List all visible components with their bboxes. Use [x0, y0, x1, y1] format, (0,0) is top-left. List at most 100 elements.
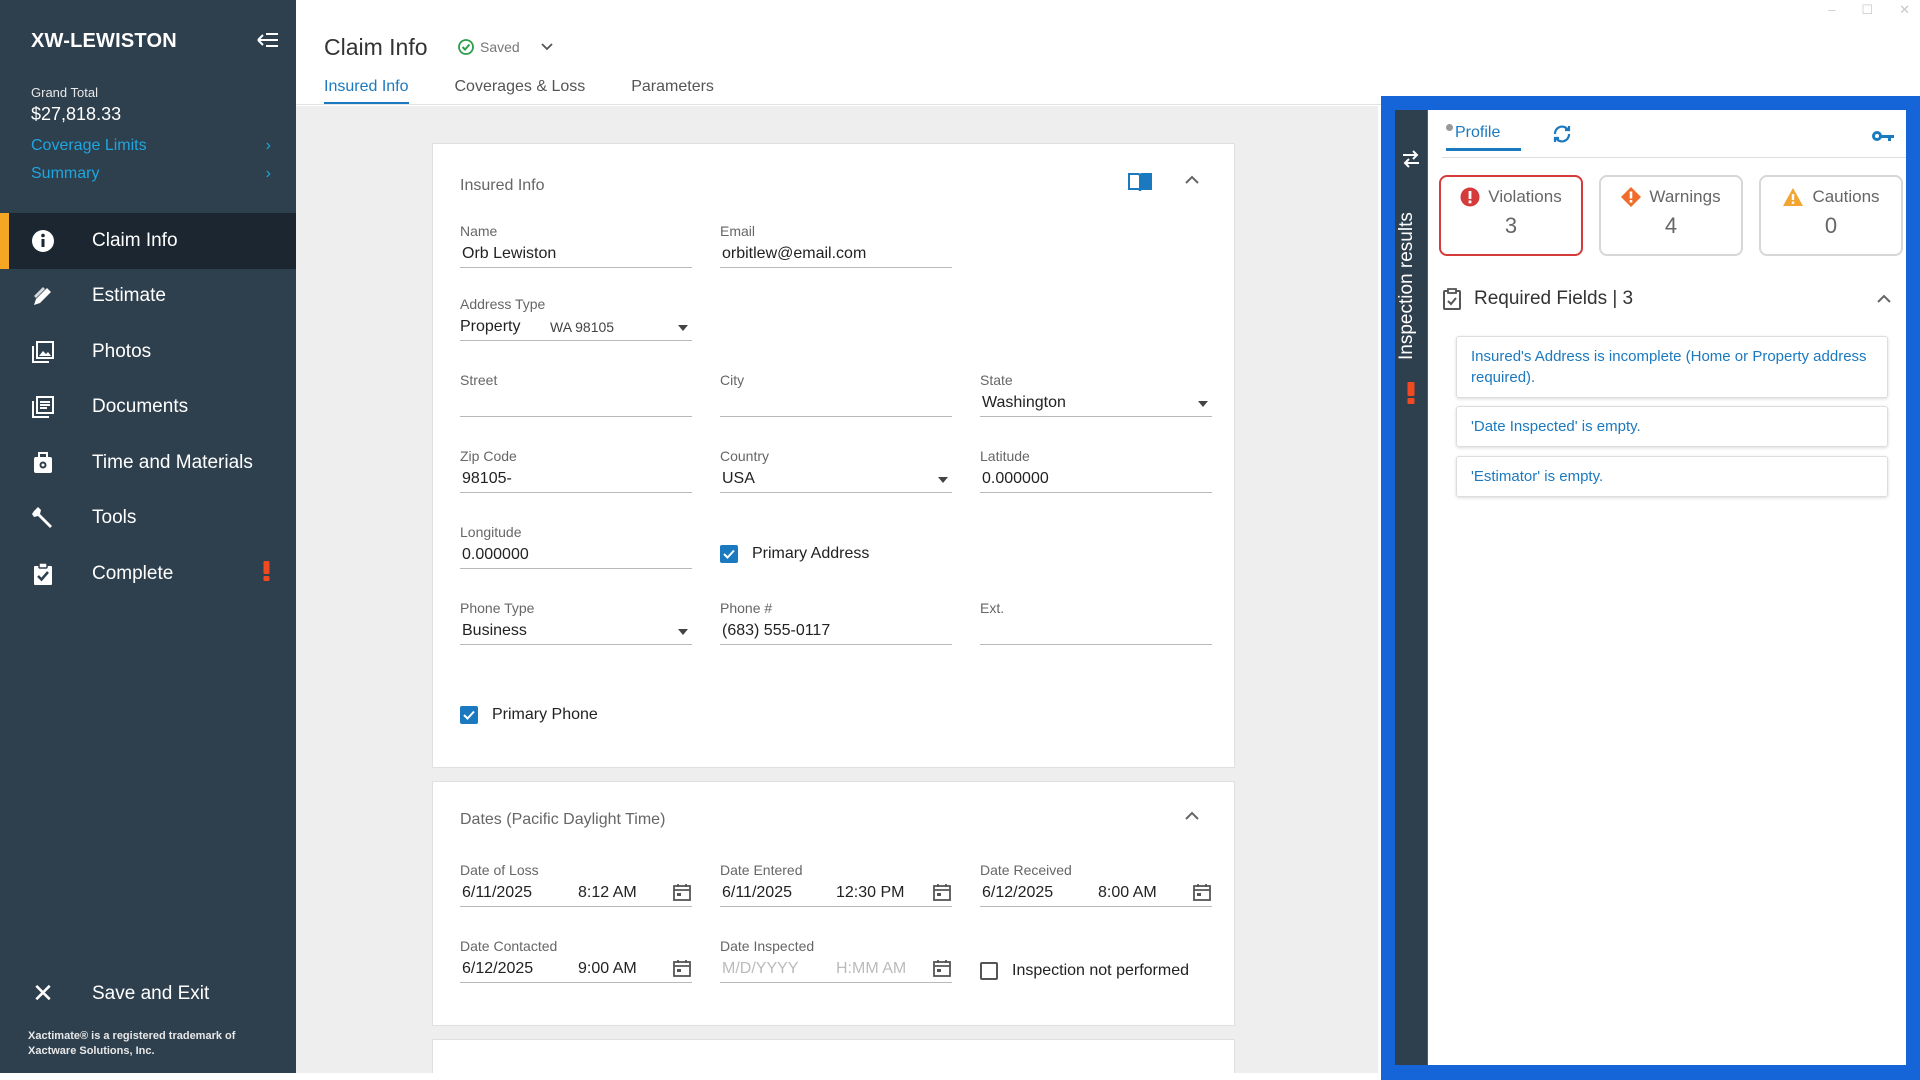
field-label: Street — [460, 372, 498, 388]
state-select[interactable]: Washington — [980, 392, 1212, 417]
coverage-limits-label: Coverage Limits — [31, 137, 147, 154]
street-input[interactable] — [460, 392, 692, 417]
save-and-exit-button[interactable]: ✕ Save and Exit — [30, 978, 209, 1009]
status-dot-icon — [1446, 124, 1453, 131]
nav-label: Photos — [92, 340, 152, 362]
alert-icon — [1407, 382, 1415, 404]
tab-profile[interactable]: Profile — [1446, 124, 1521, 151]
date-contacted-input[interactable]: 6/12/2025 9:00 AM — [460, 958, 692, 983]
book-icon[interactable] — [1128, 172, 1152, 192]
field-label: Phone # — [720, 600, 773, 616]
info-icon — [30, 228, 56, 254]
tab-parameters[interactable]: Parameters — [631, 78, 714, 104]
nav-item-claim-info[interactable]: Claim Info — [0, 213, 296, 269]
calendar-icon[interactable] — [932, 882, 952, 902]
city-input[interactable] — [720, 392, 952, 417]
primary-phone-checkbox[interactable]: Primary Phone — [460, 706, 598, 724]
warnings-count: 4 — [1664, 213, 1678, 238]
zip-input[interactable]: 98105- — [460, 468, 692, 493]
chevron-up-icon[interactable] — [1876, 293, 1892, 305]
coverage-limits-link[interactable]: Coverage Limits › — [31, 137, 271, 155]
field-label: Email — [720, 223, 756, 239]
check-circle-icon — [458, 39, 474, 55]
insured-info-card: Insured Info Name Orb Lewiston Email orb… — [432, 143, 1235, 768]
inspection-panel-body: Profile Violations 3 Warnings 4 Cautions… — [1428, 110, 1906, 1065]
nav-item-complete[interactable]: Complete — [0, 546, 296, 602]
key-icon[interactable] — [1871, 129, 1895, 143]
field-label: Zip Code — [460, 448, 517, 464]
maximize-button[interactable]: ☐ — [1861, 2, 1873, 18]
pencil-ruler-icon — [30, 283, 56, 309]
card-title: Insured Info — [460, 177, 545, 194]
close-button[interactable]: ✕ — [1899, 2, 1910, 18]
nav-item-photos[interactable]: Photos — [0, 324, 296, 380]
address-type-select[interactable]: Property WA 98105 — [460, 316, 692, 341]
summary-label: Summary — [31, 165, 100, 182]
required-field-item[interactable]: Insured's Address is incomplete (Home or… — [1456, 336, 1888, 398]
date-entered-input[interactable]: 6/11/2025 12:30 PM — [720, 882, 952, 907]
cautions-card[interactable]: Cautions 0 — [1759, 175, 1903, 256]
tab-insured-info[interactable]: Insured Info — [324, 78, 409, 104]
phone-input[interactable]: (683) 555-0117 — [720, 620, 952, 645]
required-field-item[interactable]: 'Estimator' is empty. — [1456, 456, 1888, 497]
calendar-icon[interactable] — [1192, 882, 1212, 902]
state-value: Washington — [982, 394, 1066, 411]
calendar-icon[interactable] — [672, 958, 692, 978]
state-field: State Washington — [980, 372, 1212, 417]
calendar-icon[interactable] — [672, 882, 692, 902]
refresh-icon[interactable] — [1551, 123, 1573, 145]
required-field-item[interactable]: 'Date Inspected' is empty. — [1456, 406, 1888, 447]
close-icon: ✕ — [32, 978, 54, 1008]
calendar-icon[interactable] — [932, 958, 952, 978]
email-input[interactable]: orbitlew@email.com — [720, 243, 952, 268]
field-label: Country — [720, 448, 770, 464]
warning-diamond-icon — [1621, 187, 1642, 207]
card-title: Dates (Pacific Daylight Time) — [460, 811, 666, 828]
country-select[interactable]: USA — [720, 468, 952, 493]
date-of-loss-field: Date of Loss 6/11/2025 8:12 AM — [460, 862, 692, 907]
chevron-right-icon: › — [265, 165, 271, 182]
time-value: 12:30 PM — [836, 884, 905, 901]
chevron-up-icon[interactable] — [1184, 810, 1200, 822]
dropdown-caret-icon — [938, 477, 948, 483]
name-field: Name Orb Lewiston — [460, 223, 692, 268]
date-received-input[interactable]: 6/12/2025 8:00 AM — [980, 882, 1212, 907]
country-field: Country USA — [720, 448, 952, 493]
field-label: Ext. — [980, 600, 1005, 616]
cautions-count: 0 — [1824, 213, 1838, 238]
nav-item-estimate[interactable]: Estimate — [0, 269, 296, 325]
violations-count: 3 — [1504, 213, 1518, 238]
date-of-loss-input[interactable]: 6/11/2025 8:12 AM — [460, 882, 692, 907]
latitude-input[interactable]: 0.000000 — [980, 468, 1212, 493]
expand-panel-icon[interactable] — [1402, 150, 1420, 168]
summary-link[interactable]: Summary › — [31, 165, 271, 183]
address-type-field: Address Type Property WA 98105 — [460, 296, 692, 341]
date-inspected-input[interactable]: M/D/YYYY H:MM AM — [720, 958, 952, 983]
city-field: City — [720, 372, 952, 417]
saved-status-dropdown[interactable]: Saved — [458, 39, 554, 55]
required-fields-header[interactable]: Required Fields | 3 — [1442, 288, 1892, 310]
name-input[interactable]: Orb Lewiston — [460, 243, 692, 268]
longitude-input[interactable]: 0.000000 — [460, 544, 692, 569]
inspection-rail[interactable]: Inspection results — [1395, 110, 1427, 1065]
trademark-footer: Xactimate® is a registered trademark of … — [28, 1030, 236, 1057]
date-inspected-field: Date Inspected M/D/YYYY H:MM AM — [720, 938, 952, 983]
nav-item-documents[interactable]: Documents — [0, 380, 296, 436]
nav-item-time-and-materials[interactable]: Time and Materials — [0, 435, 296, 491]
inspection-not-performed-checkbox[interactable]: Inspection not performed — [980, 962, 1189, 980]
street-field: Street — [460, 372, 692, 417]
ext-field: Ext. — [980, 600, 1212, 645]
collapse-sidebar-icon[interactable] — [256, 30, 280, 50]
minimize-button[interactable]: – — [1828, 2, 1835, 18]
sidebar: XW-LEWISTON Grand Total $27,818.33 Cover… — [0, 0, 296, 1073]
dropdown-caret-icon — [1198, 401, 1208, 407]
chevron-up-icon[interactable] — [1184, 174, 1200, 186]
nav-item-tools[interactable]: Tools — [0, 491, 296, 547]
violations-card[interactable]: Violations 3 — [1439, 175, 1583, 256]
tab-coverages-loss[interactable]: Coverages & Loss — [455, 78, 586, 104]
primary-address-checkbox[interactable]: Primary Address — [720, 545, 869, 563]
warnings-card[interactable]: Warnings 4 — [1599, 175, 1743, 256]
date-value: 6/11/2025 — [462, 884, 532, 901]
ext-input[interactable] — [980, 620, 1212, 645]
phone-type-select[interactable]: Business — [460, 620, 692, 645]
